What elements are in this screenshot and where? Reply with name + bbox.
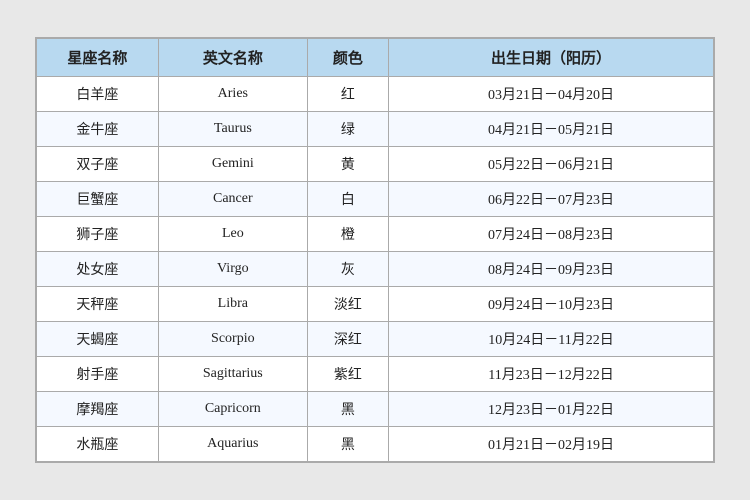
cell-english: Sagittarius [158, 357, 307, 392]
cell-english: Cancer [158, 182, 307, 217]
cell-color: 白 [307, 182, 388, 217]
cell-english: Virgo [158, 252, 307, 287]
cell-date: 10月24日－11月22日 [389, 322, 714, 357]
cell-chinese: 摩羯座 [37, 392, 159, 427]
cell-color: 灰 [307, 252, 388, 287]
cell-chinese: 天秤座 [37, 287, 159, 322]
cell-date: 12月23日－01月22日 [389, 392, 714, 427]
cell-english: Gemini [158, 147, 307, 182]
table-row: 金牛座Taurus绿04月21日－05月21日 [37, 112, 714, 147]
cell-color: 紫红 [307, 357, 388, 392]
cell-date: 07月24日－08月23日 [389, 217, 714, 252]
cell-date: 09月24日－10月23日 [389, 287, 714, 322]
cell-color: 绿 [307, 112, 388, 147]
cell-english: Scorpio [158, 322, 307, 357]
table-row: 白羊座Aries红03月21日－04月20日 [37, 77, 714, 112]
cell-chinese: 狮子座 [37, 217, 159, 252]
cell-english: Leo [158, 217, 307, 252]
cell-date: 01月21日－02月19日 [389, 427, 714, 462]
table-row: 处女座Virgo灰08月24日－09月23日 [37, 252, 714, 287]
header-date: 出生日期（阳历） [389, 39, 714, 77]
cell-date: 11月23日－12月22日 [389, 357, 714, 392]
cell-color: 黑 [307, 392, 388, 427]
cell-english: Libra [158, 287, 307, 322]
cell-color: 橙 [307, 217, 388, 252]
cell-date: 05月22日－06月21日 [389, 147, 714, 182]
cell-chinese: 白羊座 [37, 77, 159, 112]
cell-chinese: 水瓶座 [37, 427, 159, 462]
cell-chinese: 双子座 [37, 147, 159, 182]
table-header-row: 星座名称 英文名称 颜色 出生日期（阳历） [37, 39, 714, 77]
table-body: 白羊座Aries红03月21日－04月20日金牛座Taurus绿04月21日－0… [37, 77, 714, 462]
cell-chinese: 天蝎座 [37, 322, 159, 357]
cell-date: 06月22日－07月23日 [389, 182, 714, 217]
cell-chinese: 金牛座 [37, 112, 159, 147]
cell-date: 03月21日－04月20日 [389, 77, 714, 112]
table-row: 射手座Sagittarius紫红11月23日－12月22日 [37, 357, 714, 392]
cell-color: 深红 [307, 322, 388, 357]
table-row: 狮子座Leo橙07月24日－08月23日 [37, 217, 714, 252]
zodiac-table-container: 星座名称 英文名称 颜色 出生日期（阳历） 白羊座Aries红03月21日－04… [35, 37, 715, 463]
cell-color: 黄 [307, 147, 388, 182]
cell-english: Capricorn [158, 392, 307, 427]
cell-english: Aries [158, 77, 307, 112]
cell-color: 黑 [307, 427, 388, 462]
zodiac-table: 星座名称 英文名称 颜色 出生日期（阳历） 白羊座Aries红03月21日－04… [36, 38, 714, 462]
header-chinese: 星座名称 [37, 39, 159, 77]
table-row: 天秤座Libra淡红09月24日－10月23日 [37, 287, 714, 322]
header-english: 英文名称 [158, 39, 307, 77]
cell-chinese: 射手座 [37, 357, 159, 392]
table-row: 水瓶座Aquarius黑01月21日－02月19日 [37, 427, 714, 462]
cell-date: 04月21日－05月21日 [389, 112, 714, 147]
table-row: 双子座Gemini黄05月22日－06月21日 [37, 147, 714, 182]
cell-color: 红 [307, 77, 388, 112]
header-color: 颜色 [307, 39, 388, 77]
cell-chinese: 处女座 [37, 252, 159, 287]
cell-date: 08月24日－09月23日 [389, 252, 714, 287]
cell-english: Aquarius [158, 427, 307, 462]
cell-color: 淡红 [307, 287, 388, 322]
cell-chinese: 巨蟹座 [37, 182, 159, 217]
table-row: 天蝎座Scorpio深红10月24日－11月22日 [37, 322, 714, 357]
cell-english: Taurus [158, 112, 307, 147]
table-row: 摩羯座Capricorn黑12月23日－01月22日 [37, 392, 714, 427]
table-row: 巨蟹座Cancer白06月22日－07月23日 [37, 182, 714, 217]
